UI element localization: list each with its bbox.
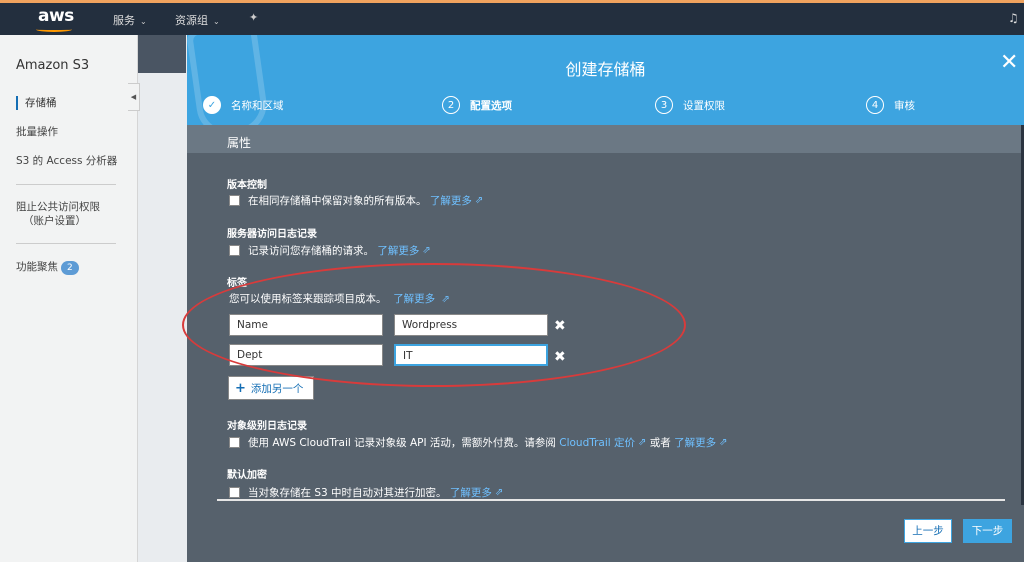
close-icon[interactable]: ✕ [1000, 52, 1018, 74]
block-public-sublabel: （账户设置） [23, 215, 86, 227]
external-link-icon: ⇗ [422, 245, 431, 256]
step-label: 配置选项 [470, 99, 512, 112]
add-tag-label: 添加另一个 [250, 382, 304, 395]
remove-tag-icon[interactable]: ✖ [554, 350, 566, 364]
top-stripe [0, 0, 1024, 3]
step-number: 4 [866, 96, 884, 114]
step-number: 2 [442, 96, 460, 114]
external-link-icon: ⇗ [494, 487, 504, 498]
object-logging-learn-more-link[interactable]: 了解更多 [674, 435, 716, 450]
object-logging-checkbox[interactable] [229, 437, 240, 448]
services-label: 服务 [113, 14, 135, 27]
spotlight-label: 功能聚焦 [16, 261, 58, 273]
access-logging-checkbox[interactable] [229, 245, 240, 256]
tag-value-input[interactable]: Wordpress [394, 314, 548, 336]
create-bucket-modal: 创建存储桶 ✕ ✓ 名称和区域 2 配置选项 3 设置权限 4 审核 属性 版本… [182, 35, 1024, 562]
step-configure-options[interactable]: 2 配置选项 [442, 96, 512, 114]
tags-desc-text: 您可以使用标签来跟踪项目成本。 [229, 293, 387, 305]
remove-tag-icon[interactable]: ✖ [554, 319, 566, 333]
encryption-learn-more-link[interactable]: 了解更多 [450, 485, 492, 500]
aws-smile-icon [36, 27, 72, 32]
services-menu[interactable]: 服务 ⌄ [113, 12, 147, 28]
pin-icon[interactable]: ✦ [249, 11, 258, 24]
sidebar-collapse-button[interactable]: ◀ [128, 83, 140, 111]
sidebar-item-batch[interactable]: 批量操作 [16, 125, 58, 139]
bell-icon[interactable]: ♫ [1008, 11, 1019, 25]
access-logging-learn-more-link[interactable]: 了解更多 [377, 243, 419, 258]
spotlight-badge: 2 [61, 261, 79, 275]
section-title: 属性 [227, 136, 252, 150]
step-name-region[interactable]: ✓ 名称和区域 [203, 96, 284, 114]
sidebar-item-buckets[interactable]: 存储桶 [16, 96, 57, 110]
encryption-text: 当对象存储在 S3 中时自动对其进行加密。 [248, 487, 447, 499]
step-label: 名称和区域 [231, 99, 284, 112]
object-logging-row: 使用 AWS CloudTrail 记录对象级 API 活动，需额外付费。请参阅… [229, 435, 728, 450]
page-header-strip [138, 35, 186, 73]
add-tag-button[interactable]: + 添加另一个 [228, 376, 314, 400]
block-public-label: 阻止公共访问权限 [16, 201, 100, 213]
object-logging-text: 使用 AWS CloudTrail 记录对象级 API 活动，需额外付费。请参阅 [248, 437, 556, 449]
external-link-icon: ⇗ [638, 437, 647, 448]
access-logging-title: 服务器访问日志记录 [227, 229, 317, 240]
or-text: 或者 [649, 437, 671, 449]
sidebar-item-spotlight[interactable]: 功能聚焦 2 [16, 260, 79, 275]
left-sidebar: Amazon S3 存储桶 批量操作 S3 的 Access 分析器 阻止公共访… [0, 35, 138, 562]
versioning-title: 版本控制 [227, 180, 267, 191]
external-link-icon: ⇗ [719, 437, 728, 448]
footer-divider [217, 499, 1005, 501]
object-logging-title: 对象级别日志记录 [227, 421, 307, 432]
chevron-down-icon: ⌄ [140, 17, 147, 26]
access-logging-row: 记录访问您存储桶的请求。 了解更多 ⇗ [229, 243, 431, 258]
modal-header: 创建存储桶 ✕ ✓ 名称和区域 2 配置选项 3 设置权限 4 审核 [187, 35, 1024, 125]
sidebar-divider [16, 184, 116, 185]
resource-groups-label: 资源组 [175, 14, 208, 27]
tags-description: 您可以使用标签来跟踪项目成本。 了解更多 ⇗ [229, 291, 450, 306]
resource-groups-menu[interactable]: 资源组 ⌄ [175, 12, 220, 28]
step-label: 审核 [894, 99, 915, 112]
external-link-icon: ⇗ [441, 294, 450, 305]
encryption-checkbox[interactable] [229, 487, 240, 498]
step-review[interactable]: 4 审核 [866, 96, 915, 114]
tags-title: 标签 [227, 278, 247, 289]
previous-button[interactable]: 上一步 [904, 519, 952, 543]
external-link-icon: ⇗ [474, 195, 484, 206]
encryption-title: 默认加密 [227, 470, 267, 481]
versioning-checkbox[interactable] [229, 195, 240, 206]
tags-learn-more-link[interactable]: 了解更多 [393, 293, 435, 305]
sidebar-item-access-analyzer[interactable]: S3 的 Access 分析器 [16, 154, 117, 168]
versioning-row: 在相同存储桶中保留对象的所有版本。 了解更多 ⇗ [229, 193, 483, 208]
modal-title: 创建存储桶 [565, 60, 646, 79]
sidebar-title: Amazon S3 [16, 58, 90, 73]
versioning-learn-more-link[interactable]: 了解更多 [430, 193, 472, 208]
cloudtrail-pricing-link[interactable]: CloudTrail 定价 [559, 435, 635, 450]
sidebar-divider [16, 243, 116, 244]
sidebar-item-block-public[interactable]: 阻止公共访问权限 （账户设置） [16, 200, 100, 228]
step-number: 3 [655, 96, 673, 114]
access-logging-text: 记录访问您存储桶的请求。 [248, 245, 374, 257]
tag-value-input[interactable]: IT [394, 344, 548, 366]
plus-icon: + [235, 380, 246, 396]
aws-logo[interactable]: aws [38, 6, 74, 26]
step-label: 设置权限 [683, 99, 725, 112]
check-icon: ✓ [203, 96, 221, 114]
chevron-down-icon: ⌄ [213, 17, 220, 26]
top-nav: aws 服务 ⌄ 资源组 ⌄ ✦ ♫ [0, 0, 1024, 35]
next-button[interactable]: 下一步 [963, 519, 1012, 543]
encryption-row: 当对象存储在 S3 中时自动对其进行加密。 了解更多 ⇗ [229, 485, 503, 500]
step-set-permissions[interactable]: 3 设置权限 [655, 96, 725, 114]
tag-key-input[interactable]: Name [229, 314, 383, 336]
tag-key-input[interactable]: Dept [229, 344, 383, 366]
section-band [187, 125, 1024, 153]
versioning-text: 在相同存储桶中保留对象的所有版本。 [248, 195, 427, 207]
